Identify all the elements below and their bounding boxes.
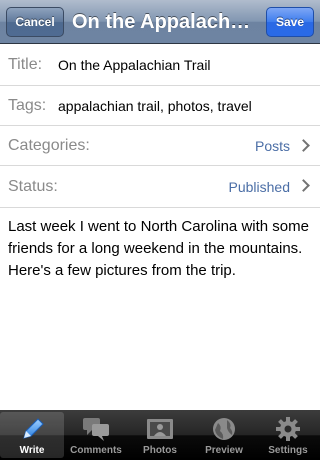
tab-label: Write <box>19 445 45 456</box>
tags-field[interactable]: appalachian trail, photos, travel <box>58 86 252 126</box>
categories-row[interactable]: Categories: Posts <box>0 126 320 166</box>
categories-value: Posts <box>254 138 290 154</box>
title-row[interactable]: Title: On the Appalachian Trail <box>0 44 320 86</box>
globe-icon <box>213 418 235 440</box>
save-button[interactable]: Save <box>266 7 314 37</box>
chevron-right-icon <box>297 139 310 152</box>
page-title: On the Appalach… <box>72 11 251 33</box>
status-row[interactable]: Status: Published <box>0 166 320 208</box>
tab-label: Comments <box>70 445 122 456</box>
tags-row[interactable]: Tags: appalachian trail, photos, travel <box>0 86 320 126</box>
pencil-icon <box>23 418 44 439</box>
title-label: Title: <box>8 56 43 73</box>
categories-label: Categories: <box>8 137 90 154</box>
tab-label: Preview <box>205 445 243 456</box>
chevron-right-icon <box>297 179 310 192</box>
cancel-button[interactable]: Cancel <box>6 7 64 37</box>
navigation-bar: Cancel On the Appalach… Save <box>0 0 320 44</box>
tab-write[interactable]: Write <box>0 412 64 458</box>
post-body-textarea[interactable]: Last week I went to North Carolina with … <box>8 216 314 282</box>
title-field[interactable]: On the Appalachian Trail <box>58 44 211 86</box>
tab-comments[interactable]: Comments <box>64 412 128 458</box>
tags-label: Tags: <box>8 97 47 114</box>
tab-label: Settings <box>268 445 308 456</box>
tab-settings[interactable]: Settings <box>256 412 320 458</box>
status-value: Published <box>228 179 291 195</box>
tab-bar: Write Comments Photos Preview Settings <box>0 410 320 460</box>
speech-bubbles-icon <box>83 418 109 441</box>
tab-preview[interactable]: Preview <box>192 412 256 458</box>
tab-label: Photos <box>143 445 177 456</box>
gear-icon <box>276 417 300 441</box>
tab-photos[interactable]: Photos <box>128 412 192 458</box>
status-label: Status: <box>8 178 58 195</box>
photo-icon <box>147 419 173 439</box>
